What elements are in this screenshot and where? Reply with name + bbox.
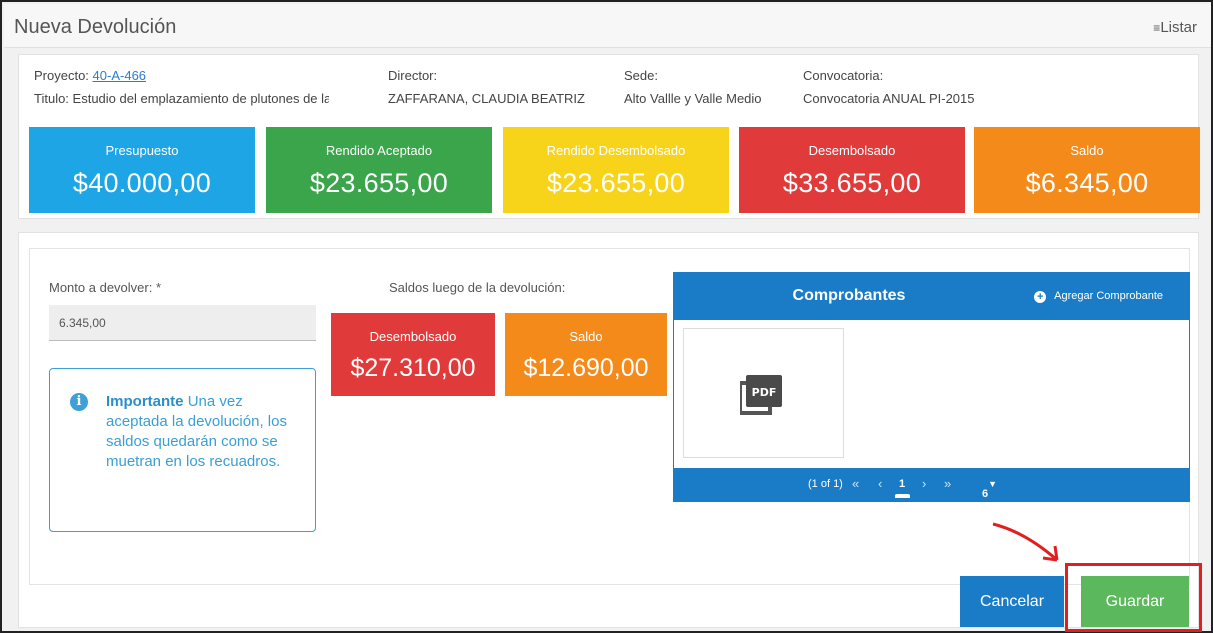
current-page-indicator <box>895 494 910 498</box>
agregar-label: Agregar Comprobante <box>1054 290 1163 302</box>
cancel-button[interactable]: Cancelar <box>960 576 1064 627</box>
stat-label: Rendido Desembolsado <box>546 143 686 158</box>
page-1-button[interactable]: 1 <box>899 478 905 490</box>
convocatoria-value: Convocatoria ANUAL PI-2015 <box>803 91 975 106</box>
comprobantes-panel: Comprobantes + Agregar Comprobante PDF (1… <box>673 272 1190 502</box>
comprobantes-title: Comprobantes <box>792 287 906 304</box>
after-label: Saldo <box>569 329 603 344</box>
agregar-comprobante-button[interactable]: + Agregar Comprobante <box>1034 290 1163 303</box>
sede-column: Sede: Alto Vallle y Valle Medio <box>624 68 762 106</box>
next-page-icon[interactable]: › <box>922 476 926 491</box>
convocatoria-label: Convocatoria: <box>803 68 884 83</box>
page-header: Nueva Devolución ≡Listar <box>4 4 1211 48</box>
director-label: Director: <box>388 68 438 83</box>
stat-label: Saldo <box>1070 143 1104 158</box>
listar-label: Listar <box>1160 19 1197 36</box>
convocatoria-column: Convocatoria: Convocatoria ANUAL PI-2015 <box>803 68 975 106</box>
stat-label: Presupuesto <box>105 143 179 158</box>
proyecto-link[interactable]: 40-A-466 <box>93 68 146 83</box>
stat-rendido-aceptado: Rendido Aceptado $23.655,00 <box>266 127 492 213</box>
annotation-arrow-icon <box>992 522 1059 562</box>
stat-value: $40.000,00 <box>72 168 212 198</box>
chevron-down-icon: ▼ <box>988 479 998 489</box>
after-value: $12.690,00 <box>523 354 649 382</box>
monto-label: Monto a devolver: * <box>49 280 162 295</box>
stat-label: Rendido Aceptado <box>325 143 433 158</box>
stat-value: $6.345,00 <box>1025 168 1149 198</box>
director-value: ZAFFARANA, CLAUDIA BEATRIZ <box>388 91 585 106</box>
sede-value: Alto Vallle y Valle Medio <box>624 91 762 106</box>
app-frame: Nueva Devolución ≡Listar Proyecto: 40-A-… <box>0 0 1213 633</box>
stat-saldo: Saldo $6.345,00 <box>974 127 1200 213</box>
titulo-value: Estudio del emplazamiento de plutones de… <box>72 91 329 106</box>
plus-circle-icon: + <box>1034 291 1047 303</box>
project-info-panel: Proyecto: 40-A-466 Titulo: Estudio del e… <box>18 54 1200 219</box>
after-saldo: Saldo $12.690,00 <box>505 313 667 396</box>
after-value: $27.310,00 <box>350 354 476 382</box>
proyecto-column: Proyecto: 40-A-466 Titulo: Estudio del e… <box>34 68 329 106</box>
stat-desembolsado: Desembolsado $33.655,00 <box>739 127 965 213</box>
prev-page-icon[interactable]: ‹ <box>878 476 882 491</box>
comprobante-thumbnail[interactable]: PDF <box>683 328 844 458</box>
svg-text:PDF: PDF <box>752 386 777 399</box>
stat-rendido-desembolsado: Rendido Desembolsado $23.655,00 <box>503 127 729 213</box>
rows-per-page-value: 6 <box>982 488 989 500</box>
titulo-label: Titulo: <box>34 91 69 106</box>
info-icon: i <box>70 393 88 411</box>
stat-label: Desembolsado <box>808 143 896 158</box>
stat-value: $23.655,00 <box>309 168 449 198</box>
stat-presupuesto: Presupuesto $40.000,00 <box>29 127 255 213</box>
sede-label: Sede: <box>624 68 658 83</box>
page-title: Nueva Devolución <box>14 16 177 38</box>
paginator: (1 of 1) « ‹ 1 › » 6 ▼ <box>674 468 1189 501</box>
first-page-icon[interactable]: « <box>852 476 859 491</box>
comprobantes-header: Comprobantes + Agregar Comprobante <box>674 273 1189 320</box>
important-message: Importante Una vez aceptada la devolució… <box>106 392 296 472</box>
stat-value: $23.655,00 <box>546 168 686 198</box>
rows-per-page-select[interactable]: 6 ▼ <box>982 478 998 500</box>
monto-input[interactable] <box>49 305 316 341</box>
pdf-icon: PDF <box>740 375 782 415</box>
important-title: Importante <box>106 393 184 410</box>
director-column: Director: ZAFFARANA, CLAUDIA BEATRIZ <box>388 68 585 106</box>
last-page-icon[interactable]: » <box>944 476 951 491</box>
after-label: Desembolsado <box>369 329 457 344</box>
saldos-title: Saldos luego de la devolución: <box>389 280 566 295</box>
proyecto-label: Proyecto: <box>34 68 89 83</box>
listar-link[interactable]: ≡Listar <box>1153 19 1197 36</box>
important-notice: i Importante Una vez aceptada la devoluc… <box>49 368 316 532</box>
stat-value: $33.655,00 <box>782 168 922 198</box>
annotation-highlight-box <box>1065 563 1202 632</box>
paginator-summary: (1 of 1) <box>808 478 843 490</box>
after-desembolsado: Desembolsado $27.310,00 <box>331 313 495 396</box>
